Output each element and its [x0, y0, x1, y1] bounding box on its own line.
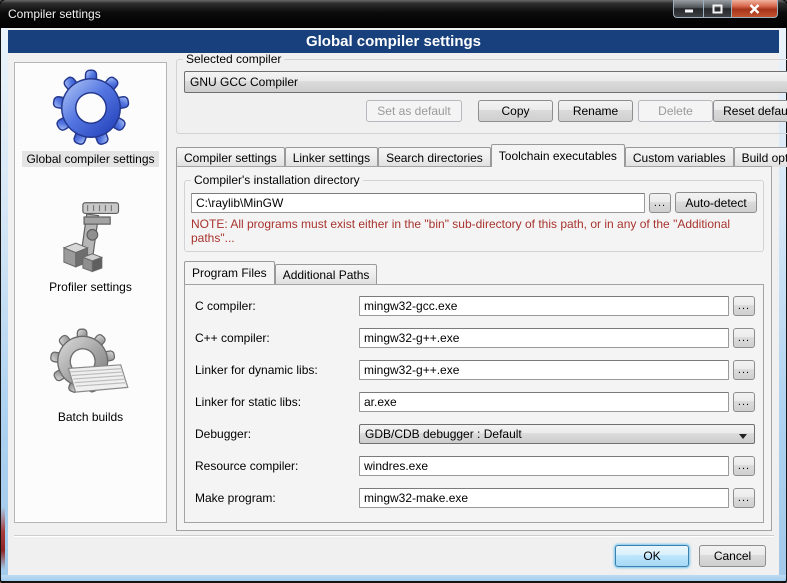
installation-directory-input[interactable] [191, 193, 645, 213]
browse-directory-button[interactable]: ... [649, 193, 671, 213]
settings-category-list: Global compiler settings [14, 62, 167, 523]
browse-make-program-button[interactable]: ... [733, 488, 755, 508]
installation-directory-group-label: Compiler's installation directory [191, 173, 363, 187]
footer-divider [14, 535, 774, 537]
compiler-select[interactable]: GNU GCC Compiler [184, 71, 787, 93]
program-files-tabs: Program Files Additional Paths [184, 262, 764, 284]
tab-additional-paths[interactable]: Additional Paths [275, 264, 378, 284]
field-label: Make program: [195, 491, 355, 505]
gray-gear-stack-icon [48, 325, 134, 407]
auto-detect-button[interactable]: Auto-detect [675, 192, 757, 213]
main-panel: Selected compiler GNU GCC Compiler Set a… [176, 28, 773, 575]
set-as-default-button[interactable]: Set as default [366, 100, 462, 122]
tab-search-directories[interactable]: Search directories [378, 147, 491, 167]
browse-c-compiler-button[interactable]: ... [733, 296, 755, 316]
browse-cpp-compiler-button[interactable]: ... [733, 328, 755, 348]
compiler-select-value: GNU GCC Compiler [190, 75, 298, 89]
field-row-make-program: Make program: ... [195, 488, 755, 508]
field-label: C compiler: [195, 299, 355, 313]
tab-toolchain-executables[interactable]: Toolchain executables [491, 144, 625, 167]
static-linker-input[interactable] [359, 392, 729, 412]
close-button[interactable] [732, 0, 778, 18]
caliper-icon [52, 195, 128, 277]
installation-directory-row: ... Auto-detect [185, 187, 763, 213]
minimize-icon [684, 4, 694, 13]
field-row-static-linker: Linker for static libs: ... [195, 392, 755, 412]
compiler-buttons-row: Set as default Copy Rename Delete Reset … [184, 100, 787, 122]
debugger-select[interactable]: GDB/CDB debugger : Default [359, 424, 755, 444]
tab-compiler-settings[interactable]: Compiler settings [176, 147, 285, 167]
tab-linker-settings[interactable]: Linker settings [285, 147, 378, 167]
copy-button[interactable]: Copy [478, 100, 553, 122]
debugger-select-value: GDB/CDB debugger : Default [365, 427, 522, 441]
blue-gear-icon [50, 67, 132, 149]
footer-buttons: OK Cancel [8, 545, 779, 567]
maximize-icon [712, 4, 723, 14]
c-compiler-input[interactable] [359, 296, 729, 316]
tab-program-files[interactable]: Program Files [184, 261, 275, 284]
caption-buttons [673, 0, 778, 18]
ok-button[interactable]: OK [615, 545, 689, 567]
chevron-down-icon [739, 434, 747, 439]
sidebar-item-profiler-settings[interactable]: Profiler settings [45, 195, 136, 295]
browse-dynamic-linker-button[interactable]: ... [733, 360, 755, 380]
field-label: Linker for static libs: [195, 395, 355, 409]
field-row-cpp-compiler: C++ compiler: ... [195, 328, 755, 348]
sidebar-item-batch-builds[interactable]: Batch builds [48, 325, 134, 425]
tab-custom-variables[interactable]: Custom variables [625, 147, 734, 167]
browse-resource-compiler-button[interactable]: ... [733, 456, 755, 476]
field-row-dynamic-linker: Linker for dynamic libs: ... [195, 360, 755, 380]
maximize-button[interactable] [703, 0, 732, 18]
close-icon [749, 4, 760, 14]
cpp-compiler-input[interactable] [359, 328, 729, 348]
sidebar-item-global-compiler-settings[interactable]: Global compiler settings [22, 67, 158, 167]
rename-button[interactable]: Rename [558, 100, 633, 122]
sidebar-item-label: Profiler settings [45, 279, 136, 295]
delete-button[interactable]: Delete [638, 100, 713, 122]
toolchain-executables-panel: Compiler's installation directory ... Au… [176, 166, 772, 531]
window-title: Compiler settings [0, 7, 101, 21]
minimize-button[interactable] [673, 0, 703, 18]
field-row-c-compiler: C compiler: ... [195, 296, 755, 316]
cancel-button[interactable]: Cancel [699, 545, 766, 567]
program-files-panel: C compiler: ... C++ compiler: ... Linker… [184, 284, 764, 523]
tab-build-options[interactable]: Build options [734, 147, 787, 167]
selected-compiler-group: Selected compiler GNU GCC Compiler Set a… [176, 52, 787, 134]
make-program-input[interactable] [359, 488, 729, 508]
field-label: Debugger: [195, 427, 355, 441]
field-row-debugger: Debugger: GDB/CDB debugger : Default [195, 424, 755, 444]
compiler-settings-dialog: Compiler settings Global compiler settin… [0, 0, 787, 583]
bin-subdirectory-note: NOTE: All programs must exist either in … [191, 217, 757, 245]
dynamic-linker-input[interactable] [359, 360, 729, 380]
reset-defaults-button[interactable]: Reset defaults [713, 100, 787, 122]
browse-static-linker-button[interactable]: ... [733, 392, 755, 412]
sidebar-item-label: Batch builds [54, 409, 127, 425]
installation-directory-group: Compiler's installation directory ... Au… [184, 173, 764, 252]
window-border-bottom [1, 575, 786, 581]
sidebar-item-label: Global compiler settings [22, 151, 158, 167]
field-label: C++ compiler: [195, 331, 355, 345]
settings-tabs: Compiler settings Linker settings Search… [176, 144, 771, 167]
field-label: Resource compiler: [195, 459, 355, 473]
selected-compiler-group-label: Selected compiler [183, 52, 284, 66]
field-row-resource-compiler: Resource compiler: ... [195, 456, 755, 476]
dialog-content: Global compiler settings [8, 28, 779, 575]
resource-compiler-input[interactable] [359, 456, 729, 476]
window-border-left [1, 28, 8, 581]
titlebar[interactable]: Compiler settings [0, 0, 787, 28]
field-label: Linker for dynamic libs: [195, 363, 355, 377]
